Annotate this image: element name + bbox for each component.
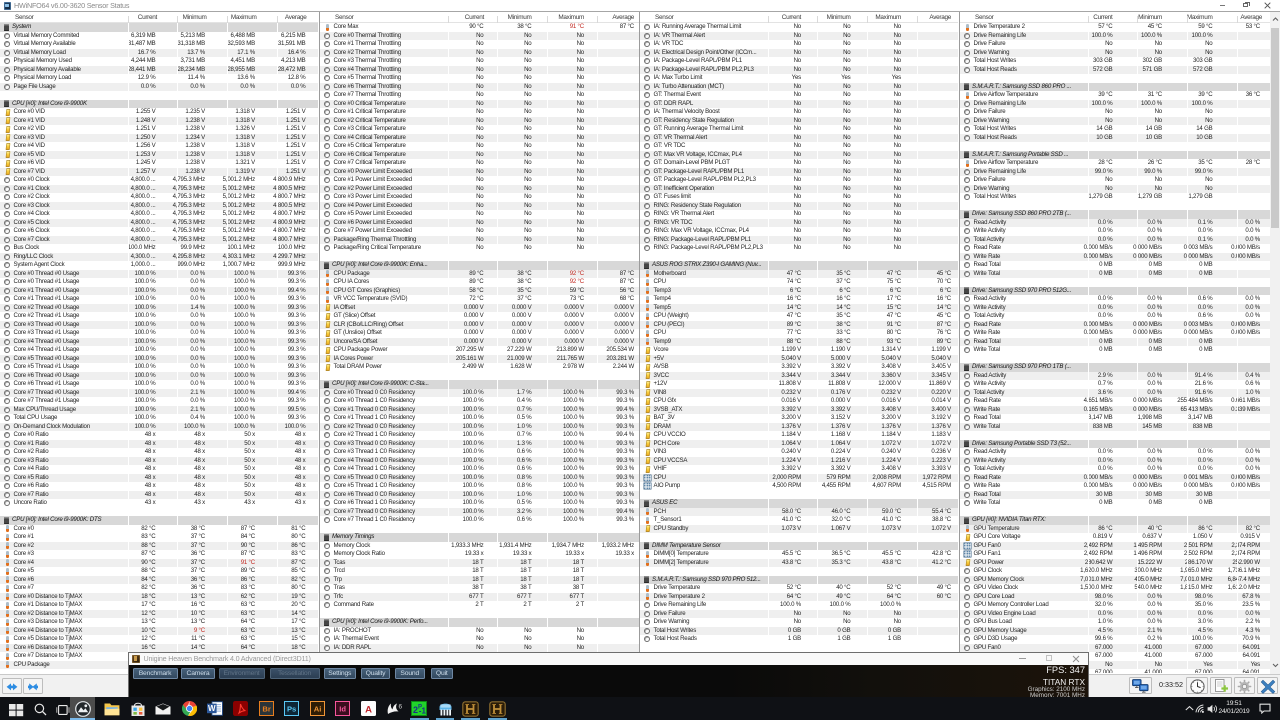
svg-text:-1: -1 <box>419 707 427 716</box>
svg-text:6: 6 <box>398 703 402 710</box>
svg-text:A: A <box>365 704 372 715</box>
svg-text:Ai: Ai <box>313 705 321 714</box>
svg-text:W: W <box>208 704 216 713</box>
svg-text:Br: Br <box>262 705 270 714</box>
svg-text:Ps: Ps <box>286 705 295 714</box>
svg-text:Id: Id <box>339 705 346 714</box>
